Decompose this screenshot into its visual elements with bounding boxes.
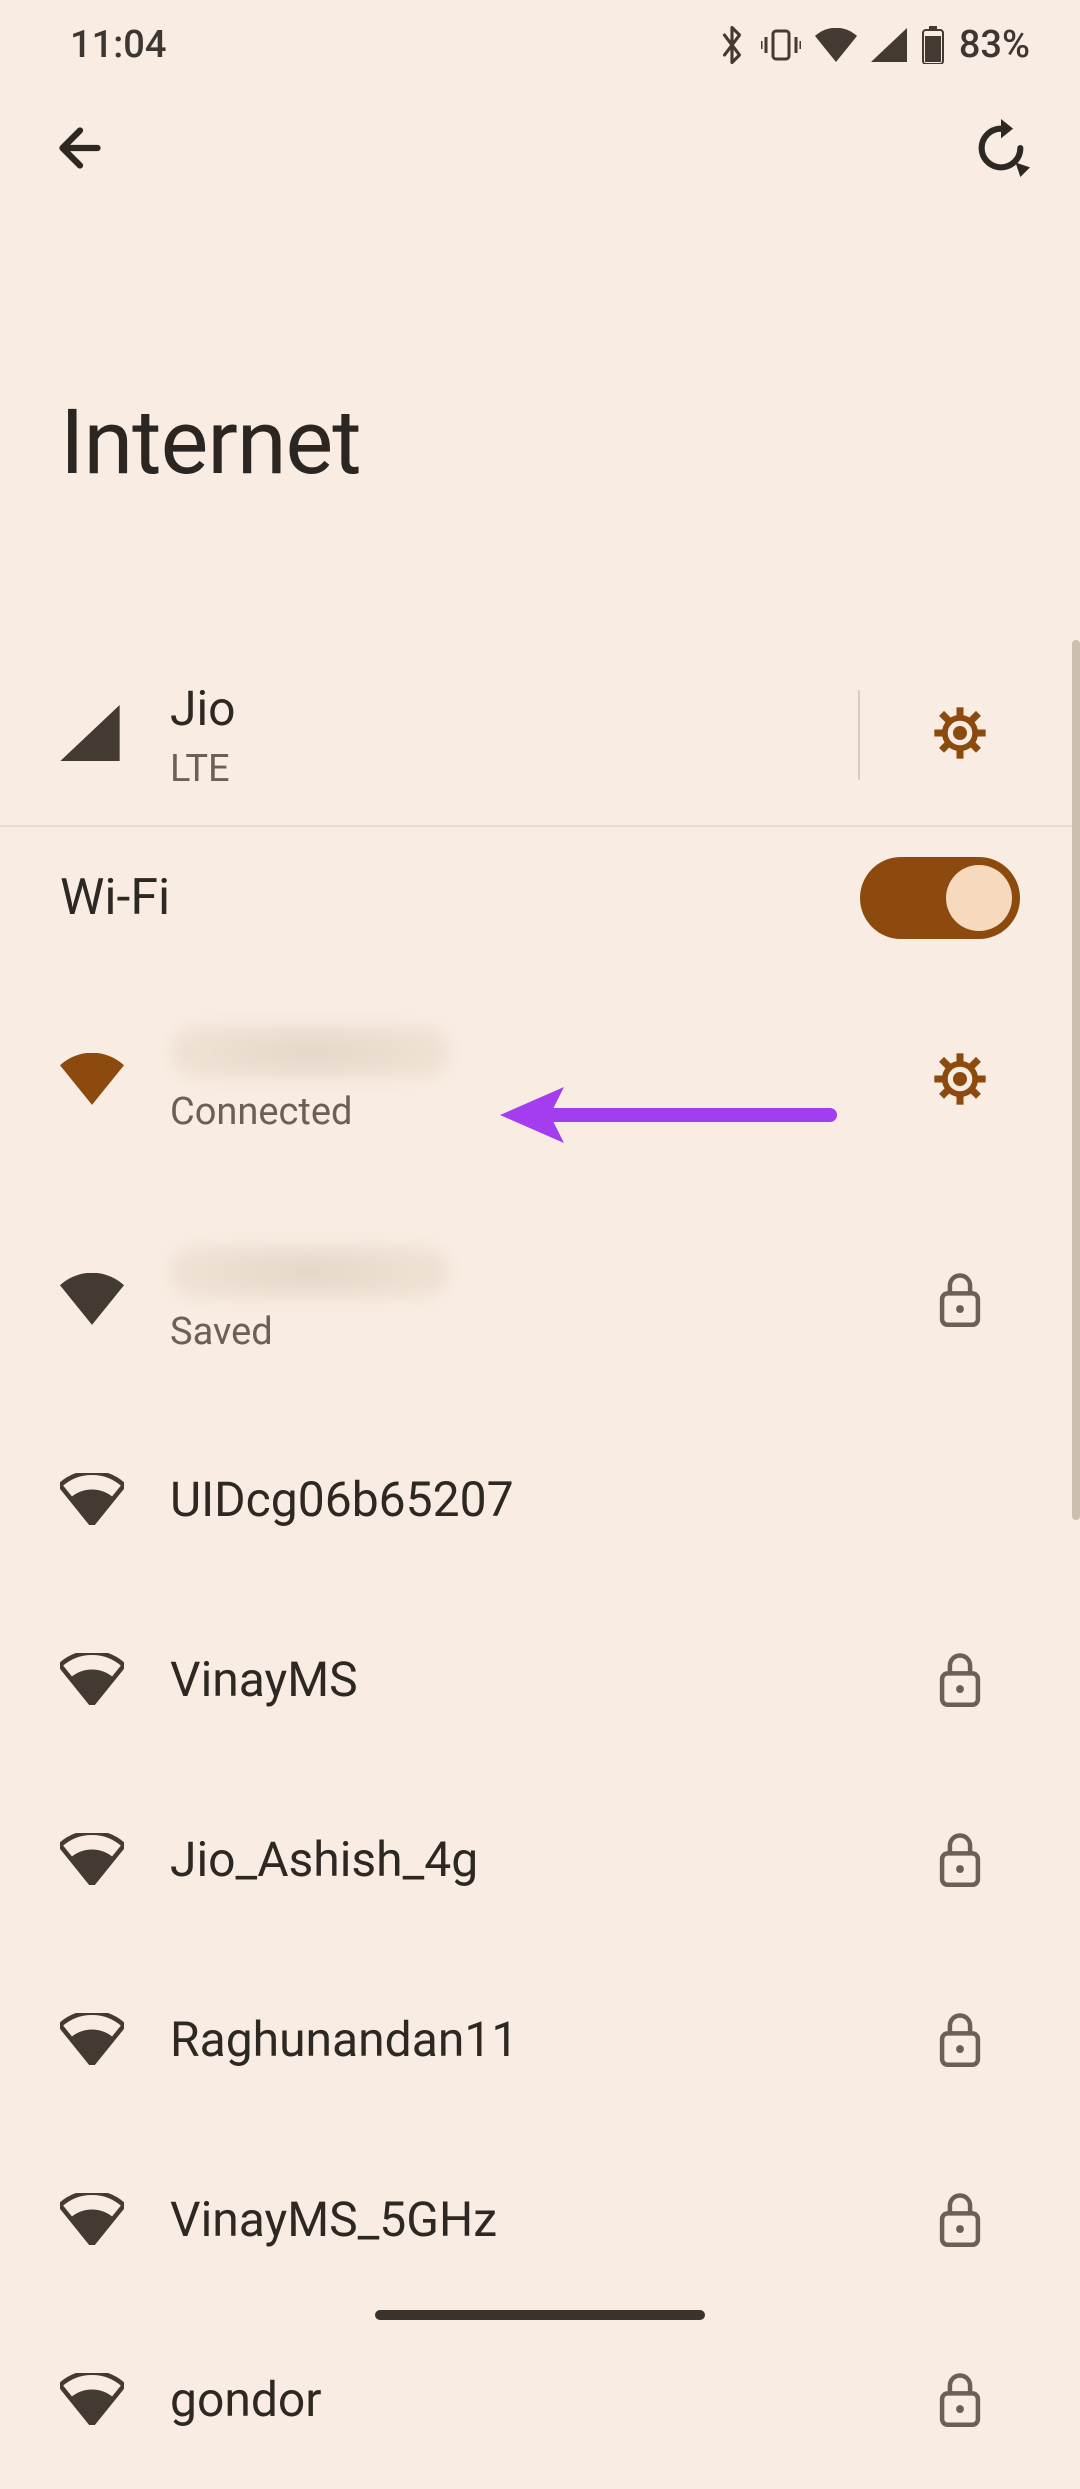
app-bar	[0, 90, 1080, 210]
network-name: Jio_Ashish_4g	[170, 1831, 900, 1888]
wifi-network-row[interactable]: gondor	[0, 2309, 1080, 2489]
network-name: VinayMS_5GHz	[170, 2191, 900, 2248]
lock-icon	[900, 2371, 1020, 2427]
battery-icon	[921, 26, 945, 64]
network-type: LTE	[170, 747, 858, 791]
wifi-signal-icon	[60, 2193, 170, 2245]
page-title: Internet	[0, 210, 1080, 645]
vibrate-icon	[761, 27, 801, 63]
network-status: Connected	[170, 1090, 900, 1134]
network-name-redacted	[170, 1244, 450, 1300]
divider	[858, 690, 860, 780]
cell-signal-icon	[871, 28, 907, 62]
bluetooth-icon	[717, 25, 747, 65]
wifi-signal-icon	[60, 1273, 170, 1325]
network-name-redacted	[170, 1024, 450, 1080]
lock-icon	[900, 1831, 1020, 1887]
wifi-status-icon	[815, 28, 857, 62]
lock-icon	[900, 2011, 1020, 2067]
scroll-indicator	[1072, 640, 1080, 1520]
wifi-network-row[interactable]: Raghunandan11	[0, 1949, 1080, 2129]
refresh-button[interactable]	[972, 119, 1030, 181]
back-button[interactable]	[50, 118, 110, 182]
wifi-network-row[interactable]: VinayMS_5GHz	[0, 2129, 1080, 2309]
network-name: gondor	[170, 2371, 900, 2428]
carrier-name: Jio	[170, 680, 858, 737]
network-settings-button[interactable]	[900, 1051, 1020, 1107]
wifi-signal-icon	[60, 1053, 170, 1105]
wifi-network-row[interactable]: Connected	[0, 969, 1080, 1189]
status-time: 11:04	[70, 23, 166, 67]
cell-signal-icon	[60, 705, 120, 765]
wifi-network-row[interactable]: UIDcg06b65207	[0, 1409, 1080, 1589]
status-bar: 11:04 83%	[0, 0, 1080, 90]
mobile-settings-button[interactable]	[932, 705, 988, 765]
network-name: UIDcg06b65207	[170, 1471, 900, 1528]
wifi-signal-icon	[60, 1833, 170, 1885]
wifi-toggle[interactable]	[860, 857, 1020, 939]
wifi-signal-icon	[60, 1653, 170, 1705]
network-name: VinayMS	[170, 1651, 900, 1708]
wifi-network-row[interactable]: VinayMS	[0, 1589, 1080, 1769]
lock-icon	[900, 2191, 1020, 2247]
lock-icon	[900, 1651, 1020, 1707]
lock-icon	[900, 1271, 1020, 1327]
mobile-network-row[interactable]: Jio LTE	[0, 645, 1080, 825]
network-status: Saved	[170, 1310, 900, 1354]
wifi-signal-icon	[60, 2013, 170, 2065]
wifi-header-row: Wi-Fi	[0, 827, 1080, 969]
wifi-signal-icon	[60, 1473, 170, 1525]
status-right: 83%	[717, 23, 1030, 67]
wifi-network-row[interactable]: Saved	[0, 1189, 1080, 1409]
nav-gesture-bar[interactable]	[375, 2310, 705, 2320]
network-name: Raghunandan11	[170, 2011, 900, 2068]
wifi-network-row[interactable]: Jio_Ashish_4g	[0, 1769, 1080, 1949]
wifi-network-list: Connected Saved UIDcg06b65207 VinayMS Ji…	[0, 969, 1080, 2489]
battery-text: 83%	[959, 23, 1030, 67]
wifi-signal-icon	[60, 2373, 170, 2425]
wifi-label: Wi-Fi	[60, 869, 170, 927]
